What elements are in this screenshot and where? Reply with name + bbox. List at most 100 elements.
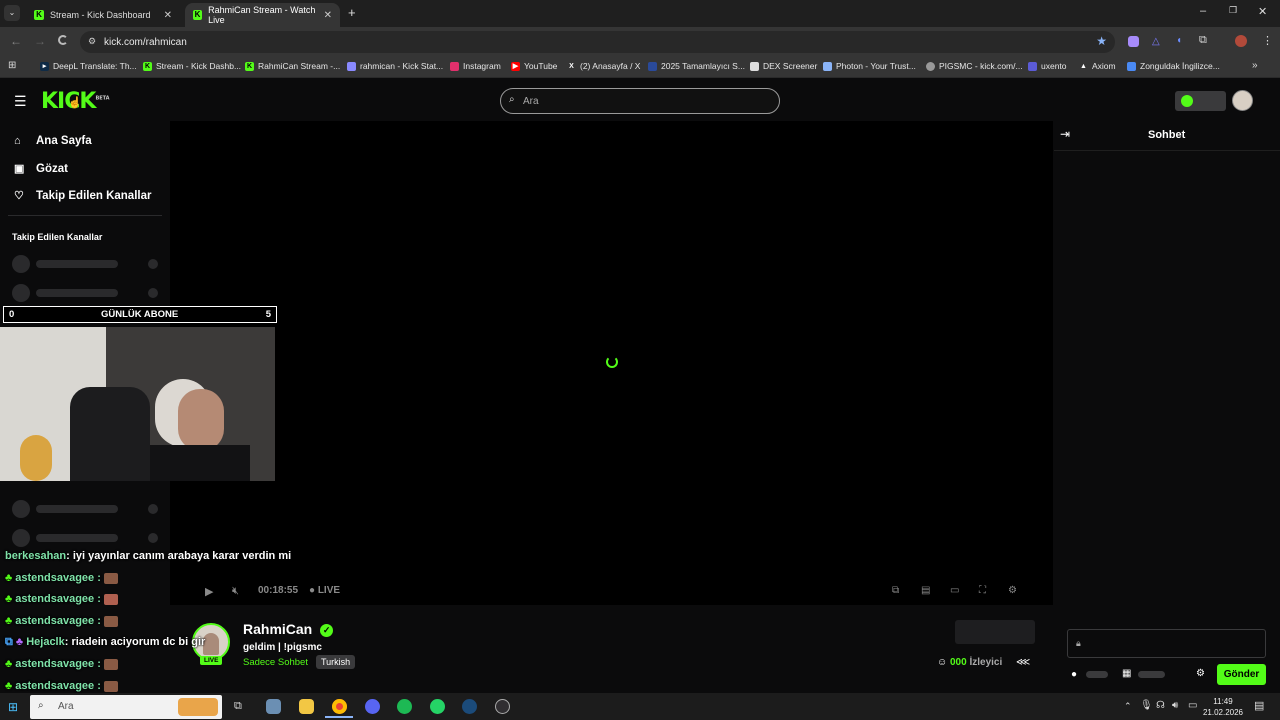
cam-chair — [70, 387, 150, 481]
back-icon[interactable]: ← — [10, 34, 22, 48]
bookmark-kick-dashboard[interactable]: K Stream - Kick Dashb... — [143, 61, 241, 71]
whatsapp-icon[interactable] — [430, 699, 445, 714]
network-icon[interactable]: ▭ — [1188, 700, 1197, 711]
store-skeleton — [1138, 671, 1165, 678]
restore-icon[interactable]: ❐ — [1229, 5, 1237, 16]
bookmark-photon[interactable]: Photon - Your Trust... — [823, 61, 916, 71]
spotify-icon[interactable] — [397, 699, 412, 714]
chat-emote-icon — [103, 658, 118, 670]
settings-gear-icon[interactable]: ⚙ — [1008, 585, 1017, 596]
profile-avatar-icon[interactable] — [1235, 35, 1247, 47]
overlay-chat-message: ♣ astendsavagee : — [5, 572, 118, 584]
tab-close-icon[interactable]: ✕ — [164, 10, 172, 21]
bookmark-dex-screener[interactable]: DEX Screener — [750, 61, 817, 71]
bookmark-pigsmc[interactable]: PIGSMC - kick.com/... — [926, 61, 1023, 71]
miniplayer-icon[interactable]: ⧉ — [892, 585, 899, 596]
minimize-icon[interactable]: – — [1200, 5, 1206, 17]
loading-spinner-icon[interactable] — [58, 35, 68, 45]
bookmark-uxento[interactable]: uxento — [1028, 61, 1067, 71]
bookmark-zonguldak[interactable]: Zonguldak İngilizce... — [1127, 61, 1220, 71]
store-icon[interactable]: ▦ — [1122, 668, 1131, 679]
mute-icon[interactable]: 🔇︎ — [232, 585, 239, 598]
stream-mode[interactable]: Sadece Sohbet — [243, 657, 308, 668]
fullscreen-icon[interactable]: ⛶ — [979, 585, 986, 596]
chrome-icon[interactable] — [332, 699, 347, 714]
loading-spinner-icon — [606, 356, 618, 368]
sidebar-item-browse[interactable]: ▣ Gözat — [14, 162, 68, 176]
more-bookmarks-icon[interactable]: » — [1252, 60, 1258, 71]
bookmark-instagram[interactable]: Instagram — [450, 61, 501, 71]
webcam-overlay — [0, 327, 275, 481]
taskbar-search-box[interactable]: ⌕ Ara — [30, 695, 222, 719]
bookmark-tamamlayici[interactable]: 2025 Tamamlayıcı S... — [648, 61, 745, 71]
discord-icon[interactable] — [365, 699, 380, 714]
home-icon: ⌂ — [14, 135, 21, 147]
bookmark-axiom[interactable]: ▲ Axiom — [1079, 61, 1116, 71]
video-player[interactable] — [170, 121, 1053, 605]
user-avatar[interactable] — [1232, 90, 1253, 111]
deepl-icon: ▸ — [40, 61, 49, 71]
chat-input[interactable]: 🔒︎ — [1067, 629, 1266, 658]
send-button[interactable]: Gönder — [1217, 664, 1266, 685]
search-input[interactable]: ⌕ Ara — [500, 88, 780, 114]
address-bar[interactable]: ⚙ kick.com/rahmican ★ — [80, 31, 1115, 53]
follow-button-skeleton[interactable] — [955, 620, 1035, 644]
chat-title: Sohbet — [1148, 129, 1186, 141]
extension-icon[interactable] — [1128, 36, 1139, 47]
cam-shirt — [150, 445, 250, 481]
tray-chevron-icon[interactable]: ⌃ — [1124, 701, 1132, 712]
cam-face — [178, 389, 224, 451]
sidebar-item-following[interactable]: ♡ Takip Edilen Kanallar — [14, 189, 151, 203]
headset-icon[interactable]: ☊ — [1156, 700, 1165, 711]
task-view-icon[interactable]: ⧉ — [234, 700, 242, 713]
clip-icon[interactable]: ▤ — [921, 585, 930, 596]
extension-icon[interactable]: ◖ — [1176, 35, 1182, 46]
obs-icon[interactable] — [495, 699, 510, 714]
notification-icon[interactable]: ▤ — [1254, 699, 1264, 712]
microphone-icon[interactable]: 🎙︎ — [1140, 700, 1153, 711]
bookmark-rahmican-stream[interactable]: K RahmiCan Stream -... — [245, 61, 340, 71]
site-info-icon[interactable]: ⚙ — [88, 36, 96, 47]
folder-icon[interactable] — [299, 699, 314, 714]
collapse-chat-icon[interactable]: ⇥ — [1060, 127, 1070, 141]
daily-sub-counter: 0 GÜNLÜK ABONE 5 — [3, 306, 277, 323]
hamburger-menu-icon[interactable]: ☰ — [14, 93, 27, 110]
extension-icon[interactable]: △ — [1152, 36, 1160, 47]
tab-search-chevron-icon[interactable]: ⌄ — [4, 5, 20, 21]
bookmark-kick-stats[interactable]: rahmican - Kick Stat... — [347, 61, 443, 71]
dashboard-toggle-button[interactable] — [1175, 91, 1226, 111]
window-close-icon[interactable]: ✕ — [1258, 5, 1267, 18]
chat-settings-gear-icon[interactable]: ⚙ — [1196, 668, 1205, 679]
share-icon[interactable]: ⋘ — [1016, 657, 1030, 668]
lock-icon: 🔒︎ — [1076, 638, 1081, 648]
chat-points-icon[interactable]: ● — [1071, 669, 1077, 680]
bookmark-deepl[interactable]: ▸ DeepL Translate: Th... — [40, 61, 137, 71]
new-tab-icon[interactable]: + — [348, 5, 356, 20]
clock-date: 21.02.2026 — [1202, 708, 1244, 717]
live-indicator[interactable]: ● LIVE — [309, 585, 340, 596]
sidebar-item-home[interactable]: ⌂ Ana Sayfa — [14, 135, 92, 147]
browser-tab-kick-dashboard[interactable]: K Stream - Kick Dashboard ✕ — [26, 3, 180, 27]
viewers-icon: ☺ — [937, 657, 948, 668]
steam-icon[interactable] — [462, 699, 477, 714]
tab-close-icon[interactable]: ✕ — [324, 10, 332, 21]
search-icon: ⌕ — [509, 94, 515, 105]
bookmark-youtube[interactable]: ▶ YouTube — [511, 61, 557, 71]
forward-icon[interactable]: → — [34, 34, 46, 48]
play-icon[interactable]: ▶ — [205, 585, 213, 598]
theater-mode-icon[interactable]: ▭ — [950, 585, 959, 596]
streamer-name[interactable]: RahmiCan ✓ — [243, 621, 334, 637]
volume-icon[interactable]: 🔊︎ — [1172, 700, 1178, 711]
file-manager-icon[interactable] — [266, 699, 281, 714]
bookmark-star-icon[interactable]: ★ — [1096, 34, 1107, 48]
clock[interactable]: 11:49 21.02.2026 — [1200, 696, 1246, 718]
language-tag[interactable]: Turkish — [316, 655, 356, 669]
chat-badge-icon: ♣ — [5, 572, 16, 584]
extensions-puzzle-icon[interactable]: ⧉ — [1199, 34, 1207, 47]
windows-start-icon[interactable]: ⊞ — [8, 700, 18, 714]
apps-grid-icon[interactable]: ⊞ — [8, 60, 16, 71]
bookmark-x[interactable]: X (2) Anasayfa / X — [567, 61, 640, 71]
overlay-chat-message: ♣ astendsavagee : — [5, 658, 118, 670]
chrome-menu-icon[interactable]: ⋮ — [1262, 34, 1273, 47]
browser-tab-rahmican-stream[interactable]: K RahmiCan Stream - Watch Live ✕ — [185, 3, 340, 27]
